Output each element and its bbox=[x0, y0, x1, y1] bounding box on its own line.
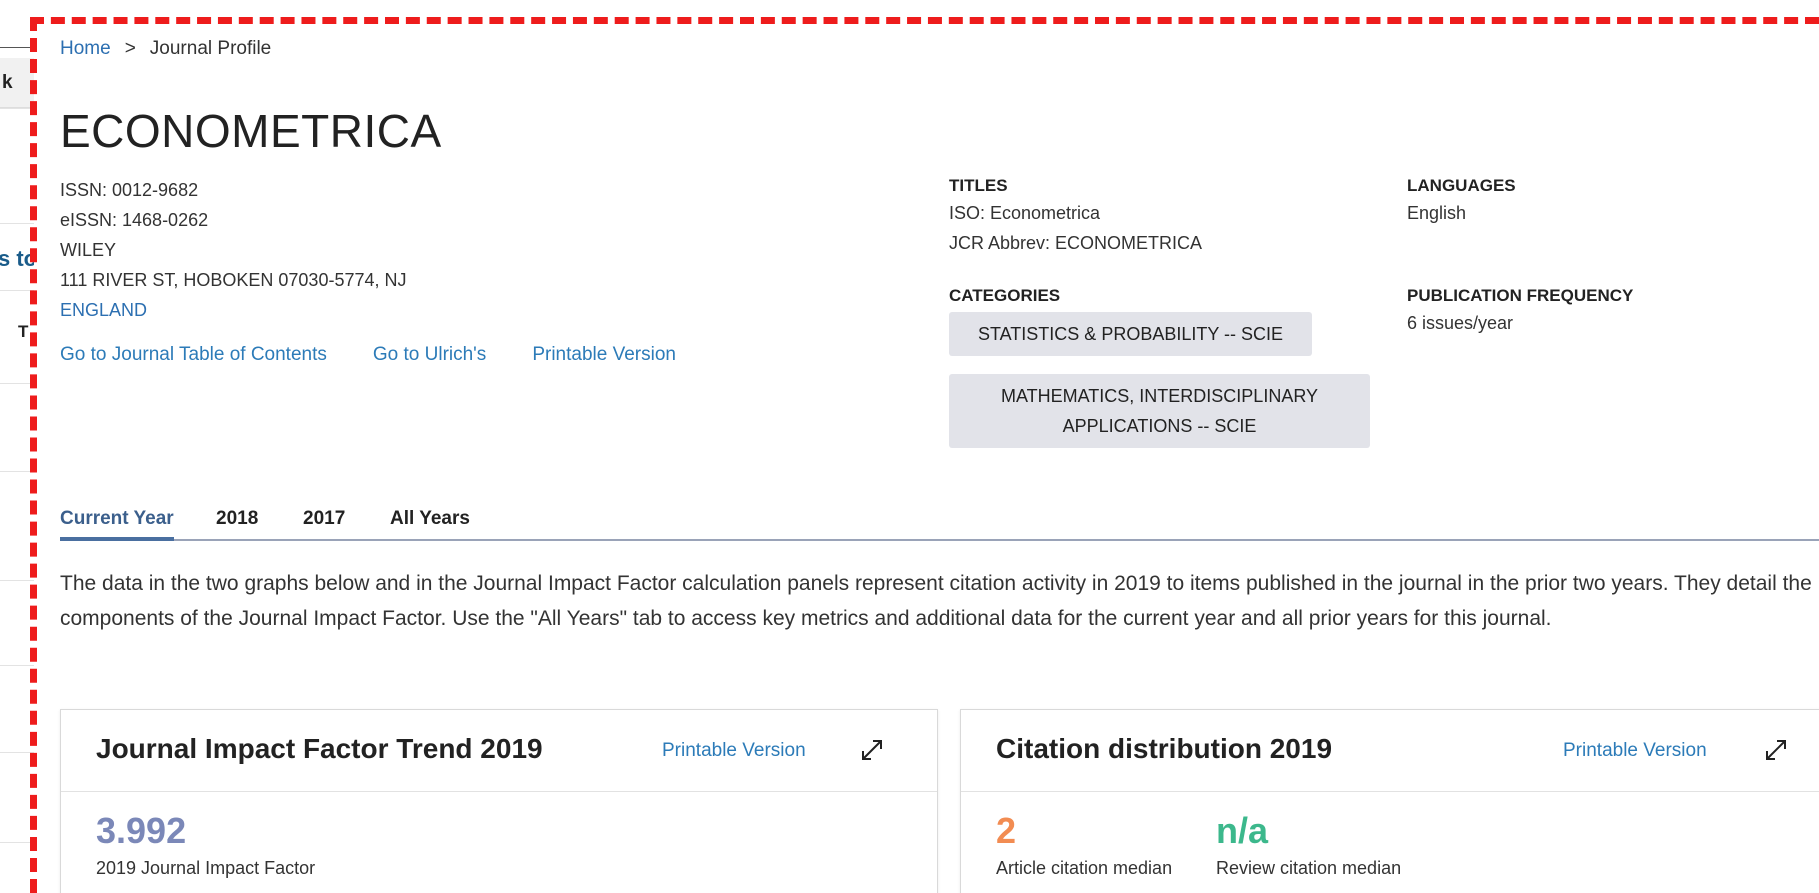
jif-value: 3.992 bbox=[96, 810, 187, 851]
iso-title: ISO: Econometrica bbox=[949, 203, 1101, 223]
languages-section: LANGUAGES English bbox=[1407, 176, 1516, 228]
review-citation-median-label: Review citation median bbox=[1216, 858, 1402, 878]
language-value: English bbox=[1407, 203, 1467, 223]
breadcrumb-current: Journal Profile bbox=[149, 38, 272, 59]
left-partial-panel: k s to T bbox=[0, 0, 34, 893]
journal-toc-link[interactable]: Go to Journal Table of Contents bbox=[60, 344, 327, 365]
left-panel-heading: s to bbox=[0, 246, 34, 271]
breadcrumb-home-link[interactable]: Home bbox=[60, 38, 111, 59]
eissn: eISSN: 1468-0262 bbox=[60, 210, 209, 230]
left-panel-divider bbox=[0, 665, 34, 666]
publisher: WILEY bbox=[60, 240, 117, 260]
card-printable-link[interactable]: Printable Version bbox=[662, 740, 806, 762]
frequency-section: PUBLICATION FREQUENCY 6 issues/year bbox=[1407, 286, 1633, 338]
titles-section: TITLES ISO: Econometrica JCR Abbrev: ECO… bbox=[949, 176, 1202, 258]
languages-heading: LANGUAGES bbox=[1407, 176, 1516, 195]
article-citation-median-value: 2 bbox=[996, 810, 1017, 851]
left-panel-divider bbox=[0, 752, 34, 753]
left-panel-divider bbox=[0, 223, 34, 224]
left-panel-divider bbox=[0, 108, 34, 109]
left-panel-divider bbox=[0, 842, 34, 843]
journal-links: Go to Journal Table of Contents Go to Ulr… bbox=[60, 344, 722, 366]
left-panel-divider bbox=[0, 383, 34, 384]
left-panel-divider bbox=[0, 290, 34, 291]
jif-trend-card: Journal Impact Factor Trend 2019 Printab… bbox=[60, 709, 938, 893]
left-panel-divider bbox=[0, 47, 34, 48]
year-tabs: Current Year 2018 2017 All Years bbox=[60, 508, 1819, 541]
breadcrumb: Home > Journal Profile bbox=[60, 38, 271, 60]
left-panel-header-text: k bbox=[2, 72, 13, 93]
card-header: Citation distribution 2019 Printable Ver… bbox=[961, 710, 1819, 792]
publisher-address: 111 RIVER ST, HOBOKEN 07030-5774, NJ bbox=[60, 270, 407, 290]
categories-section: CATEGORIES bbox=[949, 286, 1060, 306]
citation-distribution-card: Citation distribution 2019 Printable Ver… bbox=[960, 709, 1819, 893]
publisher-country: ENGLAND bbox=[60, 300, 148, 320]
jif-label: 2019 Journal Impact Factor bbox=[96, 858, 316, 878]
journal-profile-main: Home > Journal Profile ECONOMETRICA ISSN: … bbox=[60, 0, 1819, 893]
breadcrumb-separator: > bbox=[124, 38, 136, 59]
article-citation-median-label: Article citation median bbox=[996, 858, 1173, 878]
category-chip[interactable]: STATISTICS & PROBABILITY -- SCIE bbox=[949, 312, 1312, 356]
page-title: ECONOMETRICA bbox=[60, 105, 442, 157]
card-header: Journal Impact Factor Trend 2019 Printab… bbox=[61, 710, 937, 792]
journal-info: ISSN: 0012-9682 eISSN: 1468-0262 WILEY 1… bbox=[60, 175, 407, 325]
issn: ISSN: 0012-9682 bbox=[60, 180, 199, 200]
tab-2018[interactable]: 2018 bbox=[216, 508, 258, 530]
current-year-description: The data in the two graphs below and in … bbox=[60, 572, 1812, 630]
tab-all-years[interactable]: All Years bbox=[390, 508, 470, 530]
left-panel-header[interactable]: k bbox=[0, 58, 34, 108]
card-title: Journal Impact Factor Trend 2019 bbox=[96, 733, 543, 764]
highlight-frame-left bbox=[30, 17, 37, 893]
review-citation-median-value: n/a bbox=[1216, 810, 1269, 851]
printable-version-link[interactable]: Printable Version bbox=[532, 344, 676, 365]
ulrichs-link[interactable]: Go to Ulrich's bbox=[373, 344, 486, 365]
tab-2017[interactable]: 2017 bbox=[303, 508, 345, 530]
left-panel-divider bbox=[0, 580, 34, 581]
frequency-value: 6 issues/year bbox=[1407, 313, 1514, 333]
expand-icon[interactable] bbox=[858, 736, 886, 764]
expand-icon[interactable] bbox=[1762, 736, 1790, 764]
left-panel-divider bbox=[0, 471, 34, 472]
left-panel-column-header: T bbox=[18, 322, 29, 341]
card-printable-link[interactable]: Printable Version bbox=[1563, 740, 1707, 762]
categories-heading: CATEGORIES bbox=[949, 286, 1061, 305]
jcr-abbrev: JCR Abbrev: ECONOMETRICA bbox=[949, 233, 1203, 253]
titles-heading: TITLES bbox=[949, 176, 1008, 195]
category-chip[interactable]: MATHEMATICS, INTERDISCIPLINARY APPLICATI… bbox=[949, 374, 1370, 448]
card-title: Citation distribution 2019 bbox=[996, 733, 1333, 764]
frequency-heading: PUBLICATION FREQUENCY bbox=[1407, 286, 1634, 305]
tab-current-year[interactable]: Current Year bbox=[60, 508, 174, 541]
